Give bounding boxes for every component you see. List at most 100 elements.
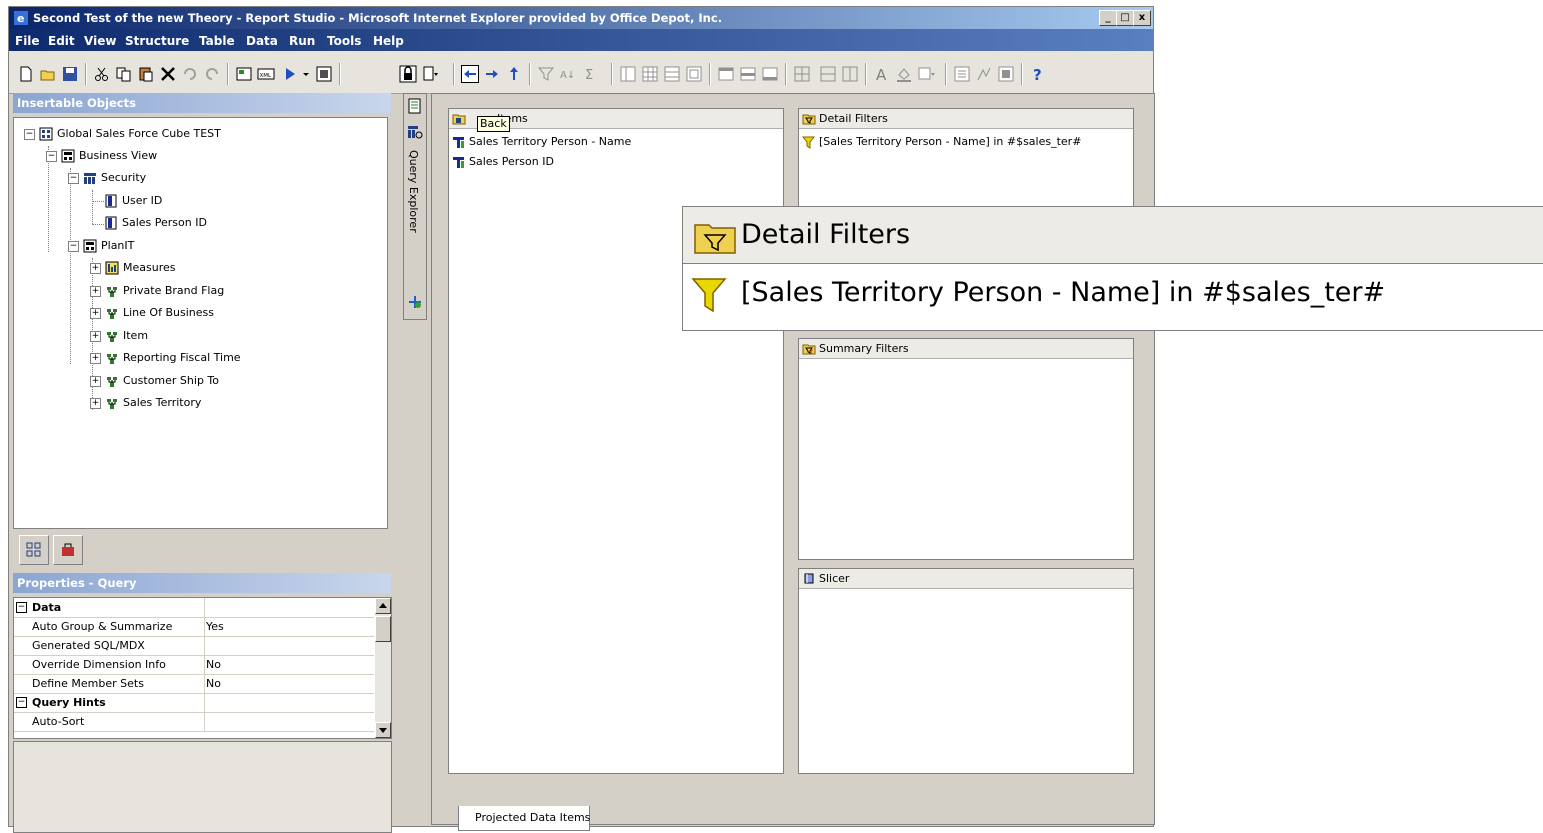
minimize-button[interactable]: _	[1099, 10, 1117, 26]
property-row[interactable]: Auto Group & Summarize Yes	[14, 617, 374, 637]
data-item[interactable]: Sales Person ID	[452, 154, 554, 170]
table-layout-icon[interactable]	[619, 65, 637, 83]
tree-node-measures[interactable]: + Measures	[90, 260, 175, 276]
scroll-down-button[interactable]	[375, 722, 391, 738]
borders-icon[interactable]	[793, 65, 811, 83]
tree-node-user-id[interactable]: User ID	[104, 193, 162, 209]
scroll-thumb[interactable]	[375, 616, 391, 642]
cut-icon[interactable]	[93, 65, 111, 83]
merge-cells-icon[interactable]	[819, 65, 837, 83]
expand-icon[interactable]: +	[90, 285, 101, 297]
body-icon[interactable]	[739, 65, 757, 83]
run-report-icon[interactable]	[281, 65, 299, 83]
copy-icon[interactable]	[115, 65, 133, 83]
xml-icon[interactable]: XML	[257, 65, 275, 83]
slicer-pane[interactable]: Slicer	[798, 568, 1134, 774]
menu-run[interactable]: Run	[289, 34, 315, 48]
style-icon[interactable]	[917, 65, 935, 83]
source-tab[interactable]	[19, 535, 49, 565]
scroll-up-button[interactable]	[375, 598, 391, 614]
image-icon[interactable]	[997, 65, 1015, 83]
close-button[interactable]: x	[1133, 10, 1151, 26]
undo-icon[interactable]	[181, 65, 199, 83]
font-icon[interactable]: A	[873, 65, 891, 83]
menu-file[interactable]: File	[15, 34, 40, 48]
forward-arrow-icon[interactable]	[483, 65, 501, 83]
filter-icon[interactable]	[537, 65, 555, 83]
property-group-data[interactable]: − Data	[14, 598, 374, 618]
crosstab-icon[interactable]	[641, 65, 659, 83]
report-page-icon[interactable]	[235, 65, 253, 83]
tree-node-reporting-fiscal-time[interactable]: + Reporting Fiscal Time	[90, 350, 241, 366]
up-arrow-icon[interactable]	[505, 65, 523, 83]
section-icon[interactable]	[663, 65, 681, 83]
paste-icon[interactable]	[137, 65, 155, 83]
collapse-icon[interactable]: −	[16, 697, 27, 708]
menu-help[interactable]: Help	[373, 34, 404, 48]
new-icon[interactable]	[17, 65, 35, 83]
sort-icon[interactable]: A↓	[559, 65, 577, 83]
conditional-style-icon[interactable]	[953, 65, 971, 83]
summary-filters-pane[interactable]: Σ Summary Filters	[798, 338, 1134, 560]
save-icon[interactable]	[61, 65, 79, 83]
detail-filter-item[interactable]: [Sales Territory Person - Name] in #$sal…	[802, 134, 1081, 150]
tree-node-line-of-business[interactable]: + Line Of Business	[90, 305, 214, 321]
collapse-icon[interactable]: −	[68, 172, 79, 184]
footer-icon[interactable]	[761, 65, 779, 83]
property-value[interactable]: No	[206, 658, 221, 671]
maximize-button[interactable]: □	[1116, 10, 1134, 26]
open-icon[interactable]	[39, 65, 57, 83]
tree-node-planit[interactable]: − PlanIT	[68, 238, 134, 254]
run-dropdown-icon[interactable]	[301, 65, 311, 83]
chart-icon[interactable]	[975, 65, 993, 83]
tree-node-global-sales-force-cube[interactable]: − Global Sales Force Cube TEST	[24, 126, 221, 142]
tree-node-business-view[interactable]: − Business View	[46, 148, 157, 164]
property-row[interactable]: Override Dimension Info No	[14, 655, 374, 675]
collapse-icon[interactable]: −	[16, 602, 27, 613]
collapse-icon[interactable]: −	[46, 150, 57, 162]
toolbox-tab[interactable]	[53, 535, 83, 565]
menu-data[interactable]: Data	[246, 34, 278, 48]
group-icon[interactable]	[685, 65, 703, 83]
tree-node-private-brand-flag[interactable]: + Private Brand Flag	[90, 283, 224, 299]
title-bar[interactable]: e Second Test of the new Theory - Report…	[9, 7, 1153, 29]
expand-icon[interactable]: +	[90, 307, 101, 319]
collapse-icon[interactable]: −	[68, 240, 79, 252]
header-icon[interactable]	[717, 65, 735, 83]
report-pages-icon[interactable]	[407, 98, 423, 114]
tree-node-customer-ship-to[interactable]: + Customer Ship To	[90, 373, 219, 389]
property-row[interactable]: Generated SQL/MDX	[14, 636, 374, 656]
help-icon[interactable]: ?	[1029, 65, 1047, 83]
split-cells-icon[interactable]	[841, 65, 859, 83]
expand-icon[interactable]: +	[90, 397, 101, 409]
tree-node-item[interactable]: + Item	[90, 328, 148, 344]
query-explorer-icon[interactable]	[407, 124, 423, 140]
menu-structure[interactable]: Structure	[125, 34, 189, 48]
redo-icon[interactable]	[203, 65, 221, 83]
data-item[interactable]: Sales Territory Person - Name	[452, 134, 631, 150]
tree-node-security[interactable]: − Security	[68, 170, 146, 186]
back-arrow-icon[interactable]	[461, 65, 479, 83]
property-value[interactable]: Yes	[206, 620, 224, 633]
tab-projected-data-items[interactable]: Projected Data Items	[458, 806, 590, 831]
menu-view[interactable]: View	[84, 34, 116, 48]
lock-icon[interactable]	[399, 65, 417, 83]
tree-node-sales-person-id[interactable]: Sales Person ID	[104, 215, 207, 231]
property-row[interactable]: Auto-Sort	[14, 712, 374, 732]
condition-explorer-icon[interactable]	[407, 294, 423, 310]
property-group-query-hints[interactable]: − Query Hints	[14, 693, 374, 713]
menu-edit[interactable]: Edit	[48, 34, 75, 48]
collapse-icon[interactable]: −	[24, 128, 35, 140]
property-value[interactable]: No	[206, 677, 221, 690]
properties-scrollbar[interactable]	[375, 598, 391, 738]
delete-icon[interactable]	[159, 65, 177, 83]
property-row[interactable]: Define Member Sets No	[14, 674, 374, 694]
insert-page-icon[interactable]	[421, 65, 439, 83]
tree-node-sales-territory[interactable]: + Sales Territory	[90, 395, 201, 411]
menu-tools[interactable]: Tools	[327, 34, 361, 48]
fill-color-icon[interactable]	[895, 65, 913, 83]
menu-table[interactable]: Table	[199, 34, 235, 48]
expand-icon[interactable]: +	[90, 375, 101, 387]
summarize-icon[interactable]: Σ	[583, 65, 601, 83]
expand-icon[interactable]: +	[90, 330, 101, 342]
